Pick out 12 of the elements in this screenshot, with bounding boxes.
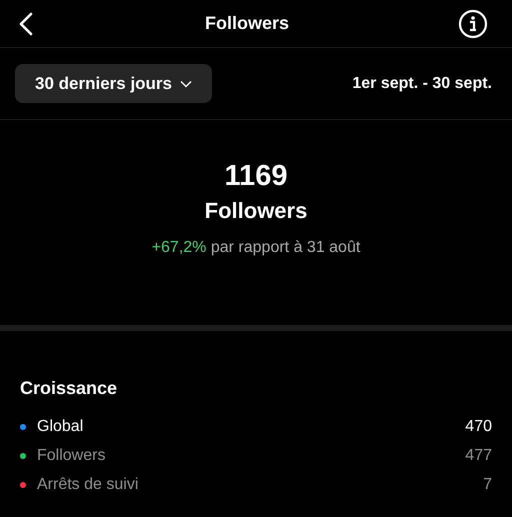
follower-count: 1169 <box>224 159 288 194</box>
section-title: Croissance <box>20 377 118 400</box>
legend-row[interactable]: Arrêts de suivi 7 <box>20 470 492 499</box>
screen-title: Followers <box>204 12 289 35</box>
chevron-down-icon <box>180 80 192 88</box>
legend-row[interactable]: Global 470 <box>20 412 492 441</box>
date-range: 1er sept. - 30 sept. <box>352 74 492 94</box>
change-summary: +67,2% par rapport à 31 août <box>152 238 360 258</box>
period-dropdown[interactable]: 30 derniers jours <box>15 64 212 103</box>
follower-label: Followers <box>204 197 308 225</box>
info-icon[interactable] <box>458 8 488 38</box>
legend-row[interactable]: Followers 477 <box>20 441 492 470</box>
